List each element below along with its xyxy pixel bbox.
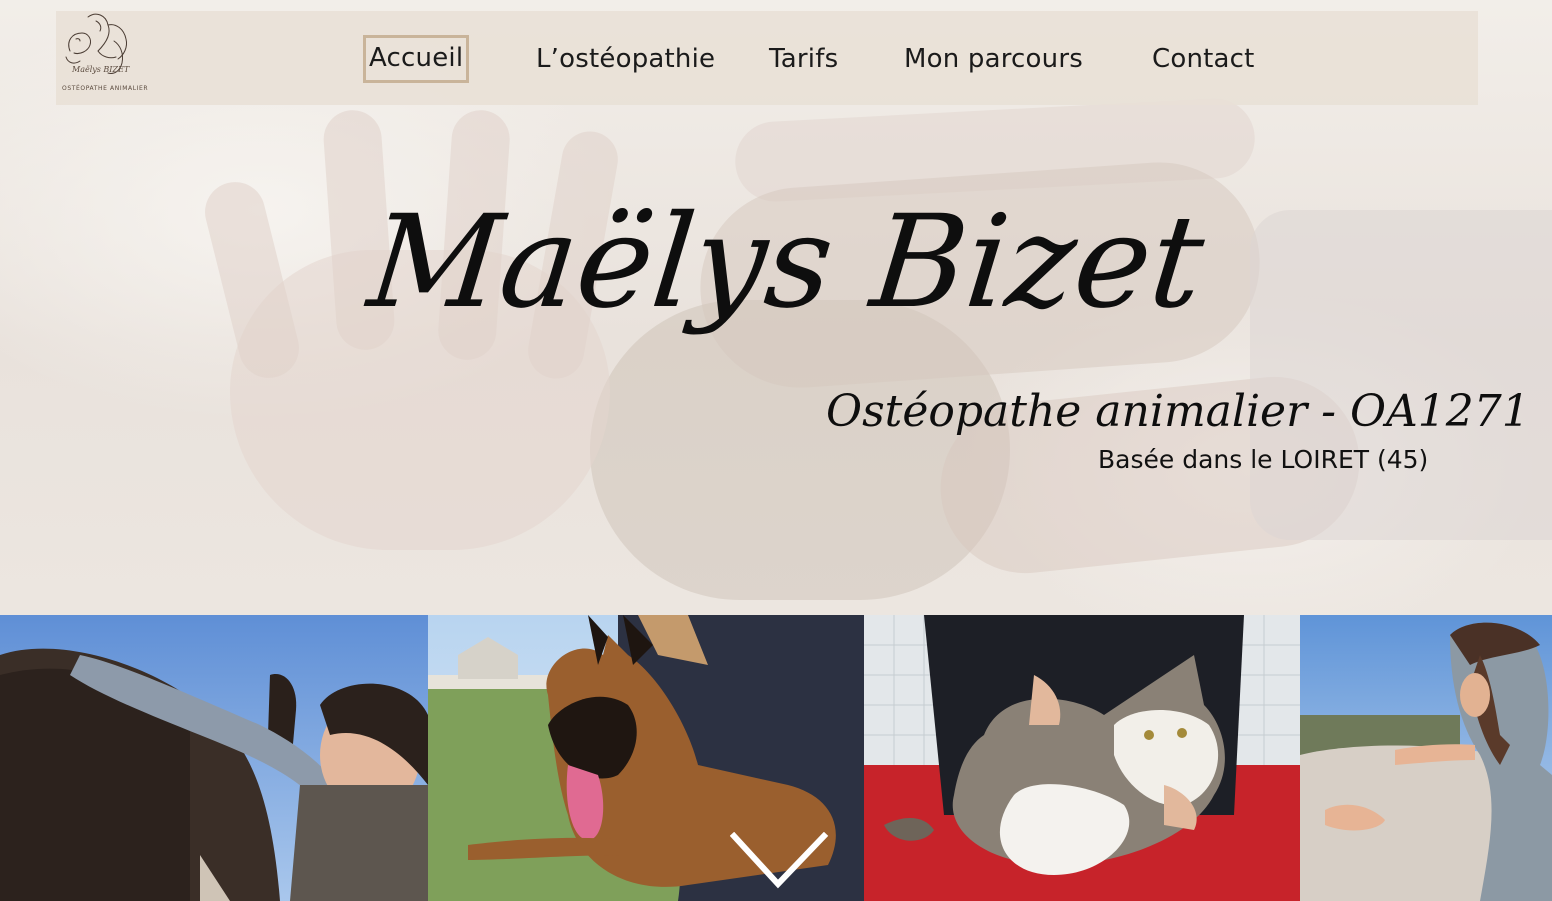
hero-subtitle: Ostéopathe animalier - OA1271 — [826, 386, 1530, 437]
top-navigation: Maëlys BIZET OSTÉOPATHE ANIMALIER Accuei… — [56, 11, 1478, 105]
hero-sleeve — [1250, 210, 1552, 540]
nav-tarifs[interactable]: Tarifs — [769, 39, 838, 81]
nav-accueil[interactable]: Accueil — [363, 35, 470, 83]
horse-photo-icon — [0, 615, 428, 901]
nav-mon-parcours[interactable]: Mon parcours — [904, 39, 1083, 81]
nav-contact[interactable]: Contact — [1152, 39, 1255, 81]
gallery-cat-photo[interactable] — [864, 615, 1300, 901]
scroll-down-chevron-icon[interactable] — [729, 831, 830, 892]
gallery-horse-photo[interactable] — [0, 615, 428, 901]
logo-tagline: OSTÉOPATHE ANIMALIER — [62, 85, 149, 92]
site-logo[interactable]: Maëlys BIZET OSTÉOPATHE ANIMALIER — [58, 11, 148, 101]
logo-name-text: Maëlys BIZET — [72, 65, 130, 74]
cat-photo-icon — [864, 615, 1300, 901]
horse-back-photo-icon — [1300, 615, 1552, 901]
gallery-horse-back-photo[interactable] — [1300, 615, 1552, 901]
hero-location: Basée dans le LOIRET (45) — [1098, 445, 1429, 474]
nav-osteopathie[interactable]: L’ostéopathie — [536, 39, 715, 81]
hero-title: Maëlys Bizet — [362, 188, 1211, 337]
